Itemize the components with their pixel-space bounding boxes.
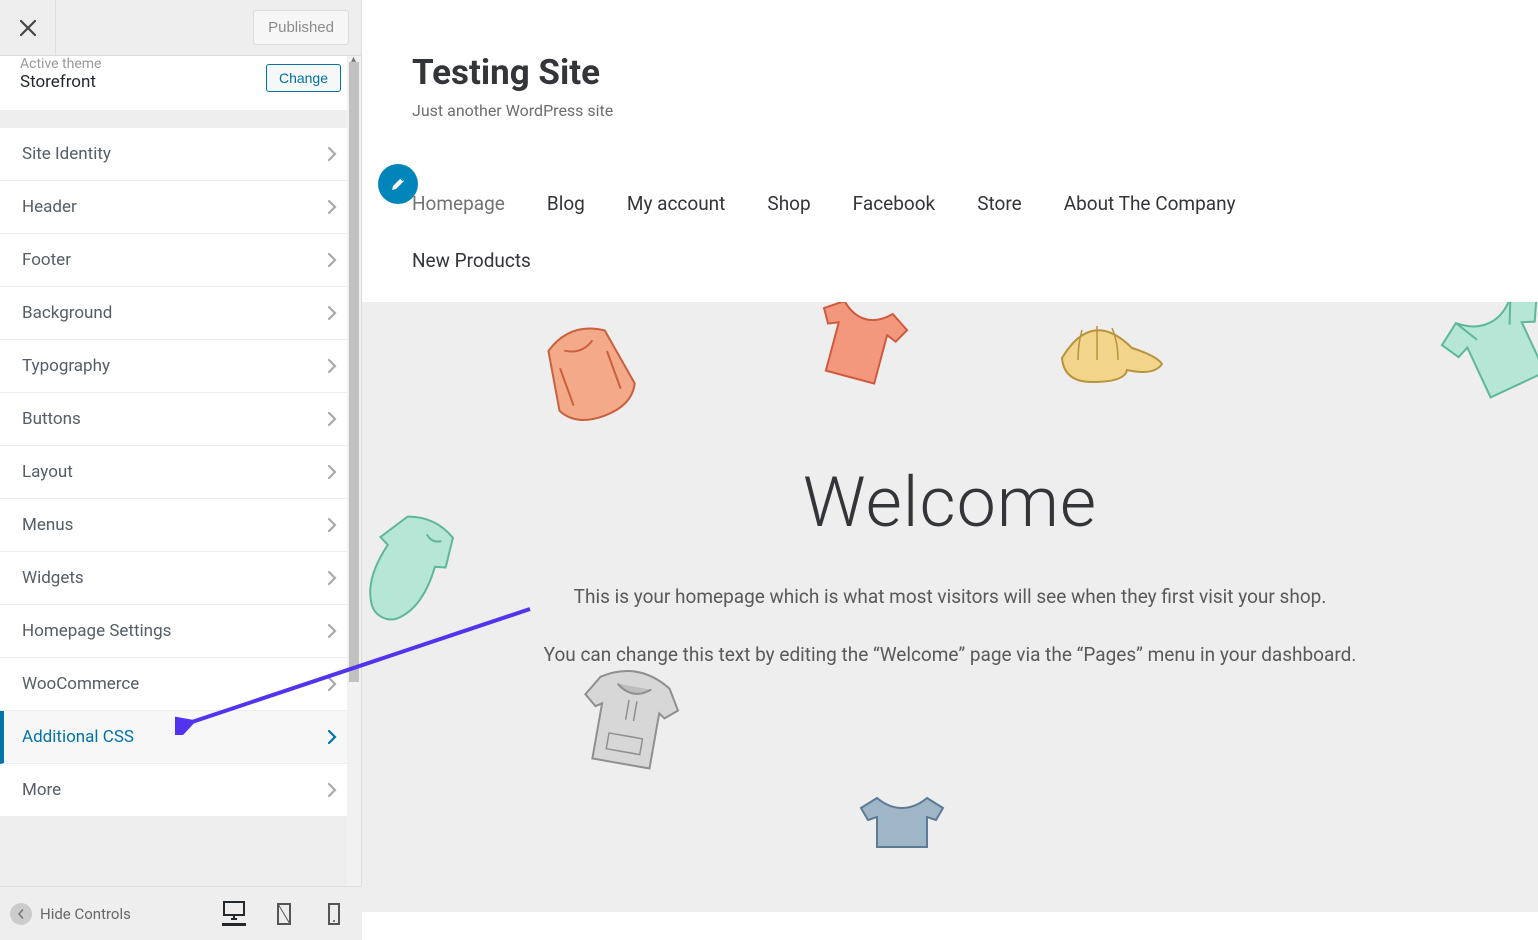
active-theme-name: Storefront <box>20 72 101 92</box>
desktop-icon <box>223 901 245 921</box>
chevron-right-icon <box>327 252 337 268</box>
mobile-icon <box>327 903 341 925</box>
panel-item-label: Typography <box>22 356 110 376</box>
panel-item-layout[interactable]: Layout <box>0 446 361 499</box>
panel-item-footer[interactable]: Footer <box>0 234 361 287</box>
nav-link-blog[interactable]: Blog <box>547 192 585 215</box>
hide-controls-button[interactable]: Hide Controls <box>10 903 131 925</box>
panel-item-label: Homepage Settings <box>22 621 171 641</box>
grey-hoodie-illustration <box>562 664 692 794</box>
onesie-illustration <box>362 512 462 642</box>
chevron-right-icon <box>327 623 337 639</box>
panel-item-menus[interactable]: Menus <box>0 499 361 552</box>
scrollbar-thumb[interactable] <box>349 62 359 682</box>
nav-link-my-account[interactable]: My account <box>627 192 726 215</box>
chevron-right-icon <box>327 358 337 374</box>
chevron-right-icon <box>327 676 337 692</box>
device-preview-switcher <box>222 902 346 926</box>
panel-item-widgets[interactable]: Widgets <box>0 552 361 605</box>
panel-item-background[interactable]: Background <box>0 287 361 340</box>
tshirt-illustration <box>802 302 912 406</box>
site-tagline: Just another WordPress site <box>412 101 1488 120</box>
panel-item-label: Footer <box>22 250 71 270</box>
hide-controls-label: Hide Controls <box>40 905 131 923</box>
close-icon <box>19 19 37 37</box>
desktop-preview-button[interactable] <box>222 902 246 926</box>
site-title[interactable]: Testing Site <box>412 52 1488 93</box>
panel-item-label: Layout <box>22 462 73 482</box>
panel-item-label: Menus <box>22 515 73 535</box>
chevron-right-icon <box>327 729 337 745</box>
sidebar-scrollbar[interactable]: ▴ <box>347 56 361 886</box>
chevron-right-icon <box>327 411 337 427</box>
tablet-preview-button[interactable] <box>272 902 296 926</box>
blue-tshirt-illustration <box>852 790 952 850</box>
hero-paragraph-1: This is your homepage which is what most… <box>362 582 1538 612</box>
panel-item-label: More <box>22 780 61 800</box>
nav-link-store[interactable]: Store <box>977 192 1022 215</box>
panel-item-header[interactable]: Header <box>0 181 361 234</box>
primary-navigation: Homepage Blog My account Shop Facebook Store A… <box>362 192 1538 215</box>
panel-item-woocommerce[interactable]: WooCommerce <box>0 658 361 711</box>
published-button[interactable]: Published <box>253 10 349 45</box>
hero-heading: Welcome <box>362 462 1538 544</box>
chevron-left-icon <box>10 903 32 925</box>
change-theme-button[interactable]: Change <box>266 64 341 92</box>
raglan-shirt-illustration <box>1438 302 1538 408</box>
panel-item-label: Additional CSS <box>22 727 134 747</box>
chevron-right-icon <box>327 570 337 586</box>
panel-item-label: Header <box>22 197 77 217</box>
tablet-icon <box>275 903 293 925</box>
mobile-preview-button[interactable] <box>322 902 346 926</box>
sidebar-topbar: Published <box>0 0 361 56</box>
panel-item-label: Widgets <box>22 568 84 588</box>
chevron-right-icon <box>327 305 337 321</box>
cap-illustration <box>1042 308 1172 388</box>
panel-list: Site Identity Header Footer Background Typog… <box>0 127 361 817</box>
chevron-right-icon <box>327 199 337 215</box>
nav-link-facebook[interactable]: Facebook <box>853 192 936 215</box>
panel-item-site-identity[interactable]: Site Identity <box>0 128 361 181</box>
close-button[interactable] <box>0 0 56 56</box>
active-theme-header: Active theme Storefront Change <box>0 56 361 111</box>
preview-header: Testing Site Just another WordPress site <box>362 0 1538 204</box>
panel-item-buttons[interactable]: Buttons <box>0 393 361 446</box>
chevron-right-icon <box>327 464 337 480</box>
nav-link-new-products[interactable]: New Products <box>412 249 531 272</box>
hero-paragraph-2: You can change this text by editing the … <box>362 640 1538 670</box>
panel-item-more[interactable]: More <box>0 764 361 817</box>
chevron-right-icon <box>327 146 337 162</box>
panel-item-homepage-settings[interactable]: Homepage Settings <box>0 605 361 658</box>
panel-item-label: Site Identity <box>22 144 111 164</box>
hoodie-illustration <box>532 318 652 448</box>
panel-item-label: WooCommerce <box>22 674 139 694</box>
sidebar-footer: Hide Controls <box>0 886 362 940</box>
secondary-navigation: New Products <box>362 215 1538 302</box>
chevron-right-icon <box>327 517 337 533</box>
nav-link-about-the-company[interactable]: About The Company <box>1064 192 1236 215</box>
chevron-right-icon <box>327 782 337 798</box>
panel-item-additional-css[interactable]: Additional CSS <box>0 711 361 764</box>
customizer-sidebar: Published Active theme Storefront Change… <box>0 0 362 940</box>
site-preview: Testing Site Just another WordPress site… <box>362 0 1538 940</box>
nav-link-shop[interactable]: Shop <box>767 192 810 215</box>
hero-section: Welcome This is your homepage which is w… <box>362 302 1538 912</box>
panel-item-label: Buttons <box>22 409 81 429</box>
sidebar-scroll-area: Active theme Storefront Change Site Iden… <box>0 56 361 886</box>
panel-item-typography[interactable]: Typography <box>0 340 361 393</box>
panel-item-label: Background <box>22 303 112 323</box>
active-theme-label: Active theme <box>20 56 101 72</box>
nav-link-homepage[interactable]: Homepage <box>412 192 505 215</box>
pencil-icon <box>389 175 407 193</box>
